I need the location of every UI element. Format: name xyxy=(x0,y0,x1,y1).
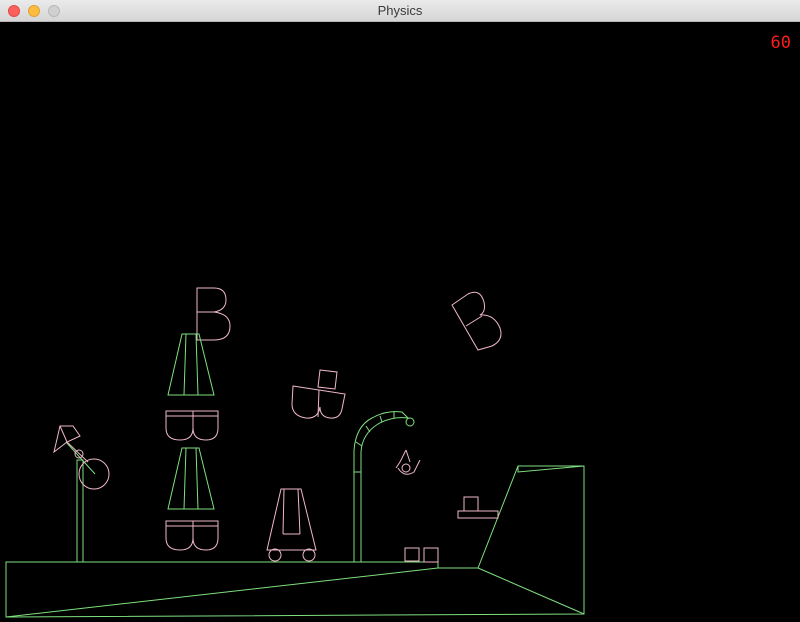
tower-w-lower xyxy=(165,520,219,551)
shelf-with-box xyxy=(457,496,499,519)
ground-boxes xyxy=(404,547,439,563)
hanging-figure xyxy=(395,449,421,475)
fps-counter: 60 xyxy=(770,33,791,53)
cart xyxy=(266,488,317,562)
tower-a-lower xyxy=(167,447,215,510)
tower-b-top xyxy=(196,287,231,341)
physics-canvas[interactable]: 60 xyxy=(0,22,800,622)
physics-scene xyxy=(5,287,585,618)
window-title: Physics xyxy=(377,3,423,18)
tumbling-w-piece xyxy=(291,369,346,419)
app-window: Physics 60 xyxy=(0,0,800,622)
left-post xyxy=(65,441,96,563)
crane-arm xyxy=(353,411,415,563)
floating-b-piece xyxy=(451,291,502,351)
left-wheel-assembly xyxy=(53,425,110,490)
tower-a-upper xyxy=(167,333,215,396)
title-bar[interactable]: Physics xyxy=(0,0,800,22)
tower-w-upper xyxy=(165,410,219,441)
